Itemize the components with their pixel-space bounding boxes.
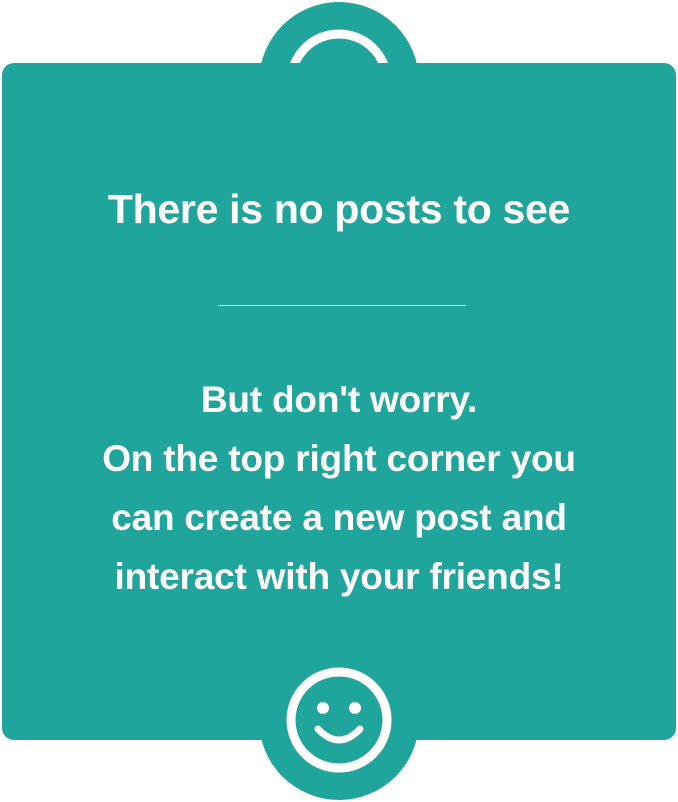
- message-line: On the top right corner you: [102, 438, 576, 479]
- message-line: But don't worry.: [200, 379, 478, 420]
- smiley-face-icon: [286, 667, 392, 773]
- message-line: can create a new post and: [111, 497, 567, 538]
- divider: [218, 305, 466, 306]
- message-line: interact with your friends!: [114, 556, 564, 597]
- empty-state-message: But don't worry. On the top right corner…: [0, 370, 678, 606]
- bottom-icon-bubble: [259, 640, 419, 800]
- empty-state-title: There is no posts to see: [107, 186, 571, 232]
